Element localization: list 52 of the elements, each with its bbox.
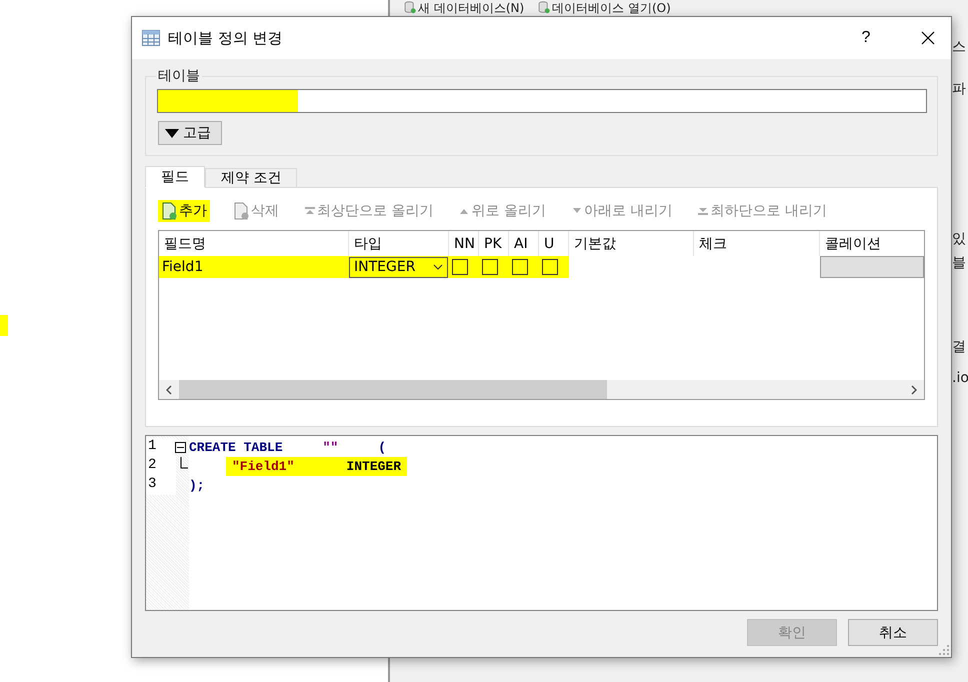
chevron-down-icon: [433, 264, 443, 270]
move-bottom-icon: [698, 207, 708, 215]
text-fragment: .io: [952, 370, 968, 386]
move-top-icon: [305, 207, 315, 215]
text-fragment: 있: [952, 230, 966, 248]
caret-icon: [165, 128, 179, 138]
sql-editor[interactable]: 1 2 3 CREATE TABLE "" ( "Field1" INTEGER );: [145, 435, 938, 611]
database-icon: [538, 1, 550, 14]
tab[interactable]: 필드: [145, 166, 205, 188]
text-fragment: 블: [952, 254, 966, 272]
column-header[interactable]: 체크: [694, 231, 820, 256]
move-down-icon: [572, 208, 582, 214]
chevron-right-icon: [911, 384, 917, 394]
fold-toggle-icon[interactable]: [175, 442, 186, 453]
delete-page-icon: [233, 202, 249, 220]
scroll-thumb[interactable]: [179, 380, 607, 399]
table-icon: [142, 30, 160, 46]
toolbar-button[interactable]: 추가: [158, 200, 210, 222]
toolbar-button[interactable]: 새 데이터베이스(N): [404, 0, 524, 15]
text-fragment: 결: [952, 338, 966, 356]
line-number: 3: [146, 476, 176, 495]
help-button[interactable]: ?: [843, 17, 889, 59]
code-token: CREATE TABLE: [189, 440, 283, 455]
code-token: (: [378, 440, 386, 455]
highlight-mark: [0, 315, 8, 336]
checkbox[interactable]: [542, 259, 558, 275]
group-label: 테이블: [157, 67, 201, 85]
chevron-left-icon: [166, 384, 172, 394]
checkbox[interactable]: [512, 259, 528, 275]
text-fragment: 파: [952, 80, 966, 98]
checkbox[interactable]: [482, 259, 498, 275]
horizontal-scrollbar[interactable]: [159, 380, 924, 399]
database-icon: [404, 1, 416, 14]
tab[interactable]: 제약 조건: [205, 168, 298, 188]
text-fragment: 스: [952, 38, 966, 56]
add-page-icon: [161, 202, 177, 220]
advanced-button[interactable]: 고급: [158, 121, 222, 145]
table-name-field[interactable]: [157, 89, 927, 113]
move-up-icon: [459, 208, 470, 214]
table-cell: Field1: [159, 256, 349, 278]
line-number: 1: [146, 438, 176, 457]
resize-grip-icon: [939, 645, 949, 655]
column-header[interactable]: 기본값: [569, 231, 694, 256]
code-token: );: [189, 478, 205, 493]
dialog-button[interactable]: 취소: [848, 619, 938, 646]
type-dropdown[interactable]: INTEGER: [349, 256, 448, 278]
close-icon: [921, 31, 935, 45]
checkbox[interactable]: [452, 259, 468, 275]
toolbar-button[interactable]: 데이터베이스 열기(O): [538, 0, 671, 15]
code-token: "": [322, 440, 338, 455]
line-number: 2: [146, 457, 176, 476]
window-title: 테이블 정의 변경: [168, 28, 284, 48]
